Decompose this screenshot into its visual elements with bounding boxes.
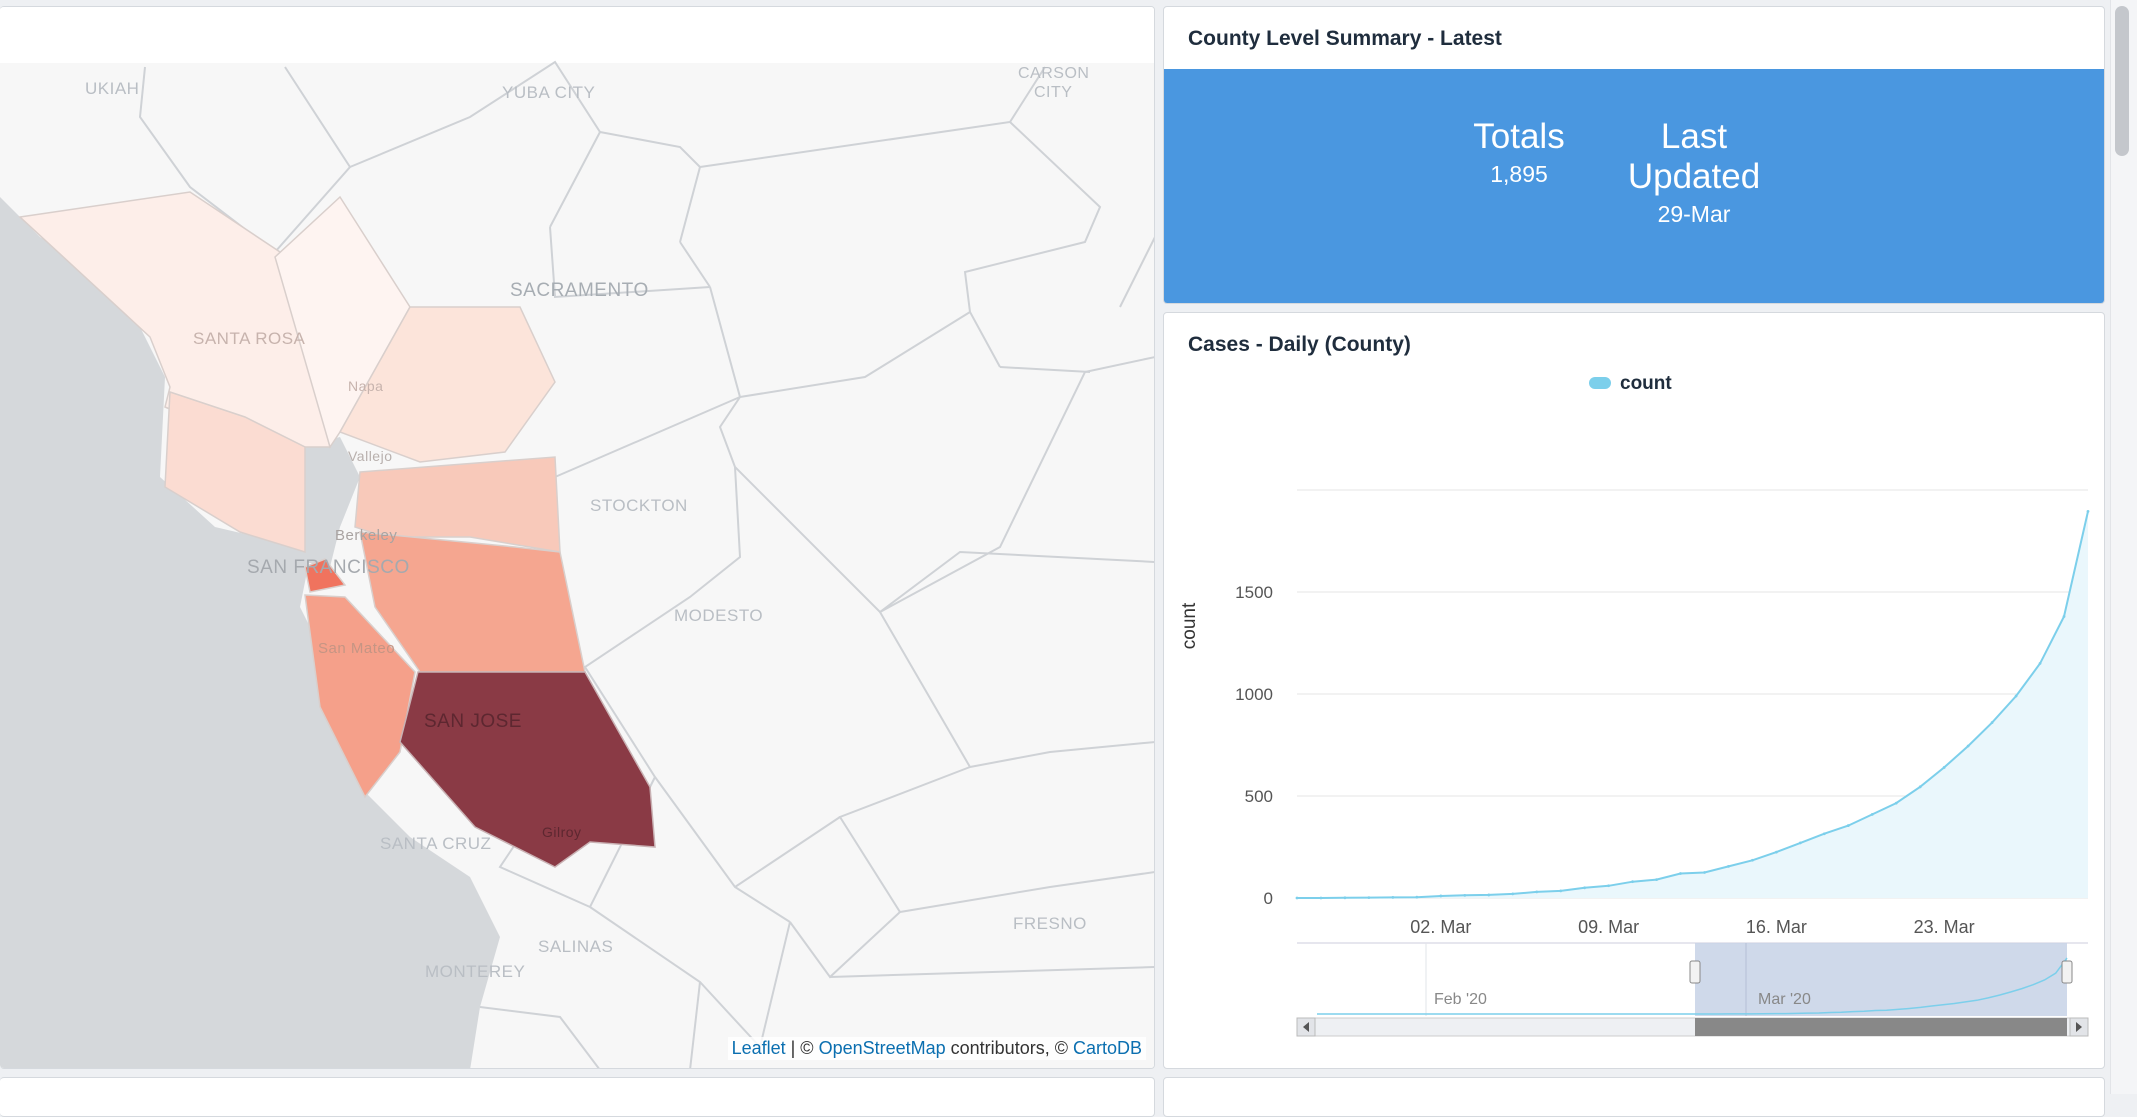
totals-label: Totals [1473, 117, 1565, 156]
chart-title: Cases - Daily (County) [1188, 333, 1411, 356]
city-label: SAN JOSE [424, 711, 522, 732]
data-point [1679, 872, 1682, 875]
osm-link[interactable]: OpenStreetMap [819, 1038, 946, 1058]
data-point [1631, 880, 1634, 884]
data-point [1655, 878, 1658, 882]
city-label: Vallejo [348, 448, 393, 464]
data-point [1966, 744, 1970, 748]
navigator-scrollbar-thumb[interactable] [1695, 1018, 2067, 1036]
data-point [1607, 884, 1611, 888]
y-tick-label: 1000 [1235, 685, 1273, 704]
navigator-selection [1695, 943, 2067, 1016]
city-label: SANTA ROSA [193, 329, 306, 348]
city-label: San Mateo [318, 640, 395, 657]
data-point [1391, 895, 1395, 899]
city-label: SACRAMENTO [510, 280, 649, 301]
summary-panel: County Level Summary - Latest Totals 1,8… [1163, 6, 2105, 304]
data-point [1942, 766, 1946, 769]
x-tick-label: 09. Mar [1578, 917, 1639, 937]
data-point [1487, 893, 1491, 897]
city-label: Napa [348, 378, 383, 394]
data-point [2062, 615, 2066, 618]
navigator-label: Mar '20 [1758, 991, 1811, 1008]
data-point [1846, 824, 1850, 827]
data-point [1295, 896, 1299, 900]
cartodb-link[interactable]: CartoDB [1073, 1038, 1142, 1058]
map-panel[interactable]: UKIAH YUBA CITY CARSON CITY SACRAMENTO S… [0, 6, 1155, 1069]
map-attribution: Leaflet | © OpenStreetMap contributors, … [727, 1037, 1146, 1060]
data-point [1798, 841, 1802, 845]
navigator-label: Feb '20 [1434, 991, 1487, 1008]
totals-value: 1,895 [1490, 161, 1548, 187]
data-point [1727, 864, 1730, 868]
y-axis-title: count [1179, 602, 1200, 649]
city-label: SALINAS [538, 937, 613, 956]
page-scrollbar[interactable] [2110, 0, 2137, 1094]
attribution-separator: | © [785, 1038, 819, 1058]
series-area [1297, 511, 2088, 898]
county-map[interactable]: UKIAH YUBA CITY CARSON CITY SACRAMENTO S… [0, 7, 1155, 1069]
data-point [1990, 721, 1994, 724]
navigator-handle[interactable] [2061, 960, 2073, 984]
city-label: Berkeley [335, 527, 397, 544]
cases-chart[interactable]: count count 0 500 1000 1500 02. Mar 09. Mar 1… [1164, 368, 2104, 1068]
data-point [1367, 896, 1371, 899]
x-tick-label: 23. Mar [1914, 917, 1975, 937]
data-point [2086, 510, 2090, 513]
data-point [1319, 896, 1323, 900]
scrollbar-thumb[interactable] [2115, 6, 2129, 156]
data-point [1583, 886, 1587, 890]
cases-chart-panel: Cases - Daily (County) count count 0 500 1… [1163, 312, 2105, 1069]
city-label: CITY [1034, 84, 1072, 101]
legend-label: count [1620, 373, 1672, 394]
next-panel-right [1163, 1077, 2105, 1117]
last-updated-label: Last Updated [1627, 117, 1761, 196]
city-label: Gilroy [542, 824, 582, 840]
city-label: YUBA CITY [502, 83, 595, 102]
data-point [2014, 694, 2018, 698]
y-tick-label: 1500 [1235, 583, 1273, 602]
city-label: SANTA CRUZ [380, 834, 491, 853]
y-tick-label: 500 [1245, 787, 1273, 806]
leaflet-link[interactable]: Leaflet [732, 1038, 786, 1058]
summary-title: County Level Summary - Latest [1188, 27, 1502, 50]
last-updated-value: 29-Mar [1657, 201, 1731, 227]
data-point [1870, 812, 1874, 816]
x-tick-label: 16. Mar [1746, 917, 1807, 937]
x-tick-label: 02. Mar [1410, 917, 1471, 937]
data-point [1703, 871, 1706, 874]
data-point [1439, 894, 1443, 898]
attribution-contributors: contributors, © [945, 1038, 1073, 1058]
data-point [1463, 893, 1467, 897]
city-label: SAN FRANCISCO [247, 557, 410, 578]
city-label: MONTEREY [425, 962, 525, 981]
data-point [1774, 850, 1778, 854]
data-point [1415, 895, 1419, 899]
data-point [1918, 785, 1922, 789]
totals-metric: Totals 1,895 [1454, 117, 1584, 189]
data-point [1511, 892, 1515, 896]
city-label: CARSON [1018, 65, 1089, 82]
city-label: UKIAH [85, 79, 139, 98]
summary-metric-card: Totals 1,895 Last Updated 29-Mar [1164, 69, 2104, 303]
next-panel-left [0, 1077, 1155, 1117]
data-point [1751, 858, 1754, 862]
y-tick-label: 0 [1264, 889, 1273, 908]
data-point [1894, 801, 1898, 805]
city-label: FRESNO [1013, 914, 1087, 933]
city-label: MODESTO [674, 606, 763, 625]
last-updated-metric: Last Updated 29-Mar [1594, 117, 1794, 229]
legend-swatch [1589, 377, 1611, 389]
data-point [1822, 832, 1826, 836]
data-point [1535, 890, 1539, 894]
data-point [2038, 662, 2042, 665]
city-label: STOCKTON [590, 496, 688, 515]
data-point [1559, 889, 1563, 893]
data-point [1343, 896, 1347, 900]
navigator-handle[interactable] [1689, 960, 1701, 984]
